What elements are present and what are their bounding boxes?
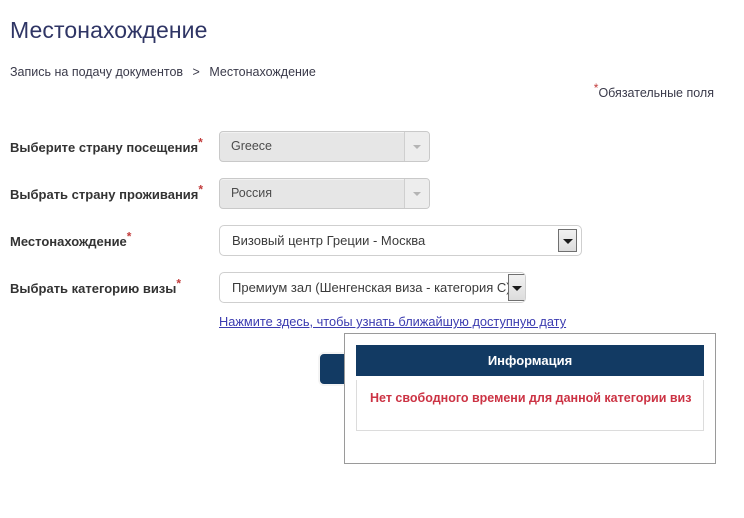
label-country-of-visit: Выберите страну посещения* bbox=[10, 131, 203, 165]
breadcrumb-current: Местонахождение bbox=[209, 65, 316, 79]
form-row-country-of-visit: Выберите страну посещения* Greece bbox=[0, 131, 744, 165]
label-visa-category-text: Выбрать категорию визы bbox=[10, 281, 177, 296]
select-country-of-residence[interactable]: Россия bbox=[219, 178, 430, 209]
label-country-of-residence-text: Выбрать страну проживания bbox=[10, 187, 199, 202]
asterisk-icon: * bbox=[198, 182, 204, 197]
select-visa-category[interactable]: Премиум зал (Шенгенская виза - категория… bbox=[219, 272, 526, 303]
breadcrumb-separator-icon: > bbox=[192, 65, 200, 79]
breadcrumb: Запись на подачу документов > Местонахож… bbox=[10, 65, 316, 79]
breadcrumb-parent[interactable]: Запись на подачу документов bbox=[10, 65, 183, 79]
form-row-visa-category: Выбрать категорию визы* Премиум зал (Шен… bbox=[0, 272, 744, 306]
check-earliest-date-link[interactable]: Нажмите здесь, чтобы узнать ближайшую до… bbox=[219, 314, 566, 329]
asterisk-icon: * bbox=[176, 276, 182, 291]
chevron-down-icon[interactable] bbox=[558, 229, 577, 252]
information-dialog-message: Нет свободного времени для данной катего… bbox=[370, 391, 692, 405]
chevron-down-icon[interactable] bbox=[508, 274, 525, 301]
select-country-of-residence-value: Россия bbox=[231, 186, 272, 200]
required-fields-note: *Обязательные поля bbox=[594, 82, 714, 100]
form-row-country-of-residence: Выбрать страну проживания* Россия bbox=[0, 178, 744, 212]
location-page: Местонахождение Запись на подачу докумен… bbox=[0, 0, 744, 518]
chevron-down-icon[interactable] bbox=[404, 132, 429, 161]
information-dialog: Информация Нет свободного времени для да… bbox=[344, 333, 716, 464]
page-title: Местонахождение bbox=[10, 17, 208, 43]
label-location: Местонахождение* bbox=[10, 225, 131, 259]
asterisk-icon: * bbox=[126, 229, 132, 244]
required-fields-text: Обязательные поля bbox=[598, 86, 714, 100]
label-country-of-residence: Выбрать страну проживания* bbox=[10, 178, 203, 212]
select-location[interactable]: Визовый центр Греции - Москва bbox=[219, 225, 582, 256]
label-visa-category: Выбрать категорию визы* bbox=[10, 272, 181, 306]
label-country-of-visit-text: Выберите страну посещения bbox=[10, 140, 199, 155]
select-country-of-visit-value: Greece bbox=[231, 139, 272, 153]
form-row-location: Местонахождение* Визовый центр Греции - … bbox=[0, 225, 744, 259]
chevron-down-icon[interactable] bbox=[404, 179, 429, 208]
information-dialog-title: Информация bbox=[356, 345, 704, 376]
select-location-value: Визовый центр Греции - Москва bbox=[232, 233, 426, 248]
select-country-of-visit[interactable]: Greece bbox=[219, 131, 430, 162]
select-visa-category-value: Премиум зал (Шенгенская виза - категория… bbox=[232, 280, 511, 295]
label-location-text: Местонахождение bbox=[10, 234, 127, 249]
asterisk-icon: * bbox=[198, 135, 203, 150]
information-dialog-body: Нет свободного времени для данной катего… bbox=[356, 380, 704, 431]
